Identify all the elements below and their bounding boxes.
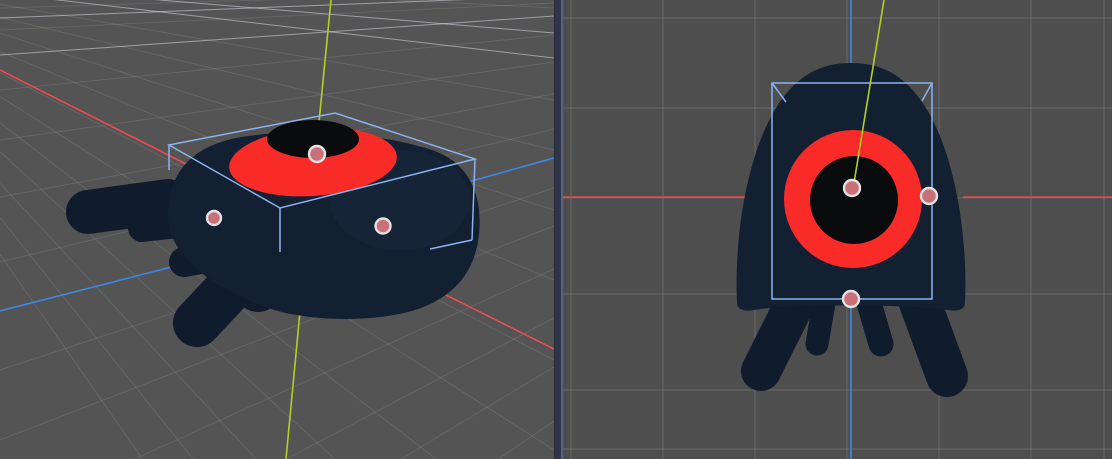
scale-handle-right[interactable] [921,188,937,204]
scale-handle-center[interactable] [844,180,860,196]
scale-handle-top[interactable] [309,146,325,162]
viewport-divider[interactable] [554,0,563,459]
scene-editor-split-view [0,0,1112,459]
creature-pupil [810,156,898,244]
scale-handle-front[interactable] [376,219,391,234]
viewport-front[interactable] [563,0,1112,459]
scale-handle-bottom[interactable] [843,291,859,307]
viewport-perspective[interactable] [0,0,554,459]
scale-handle-left[interactable] [207,211,221,225]
